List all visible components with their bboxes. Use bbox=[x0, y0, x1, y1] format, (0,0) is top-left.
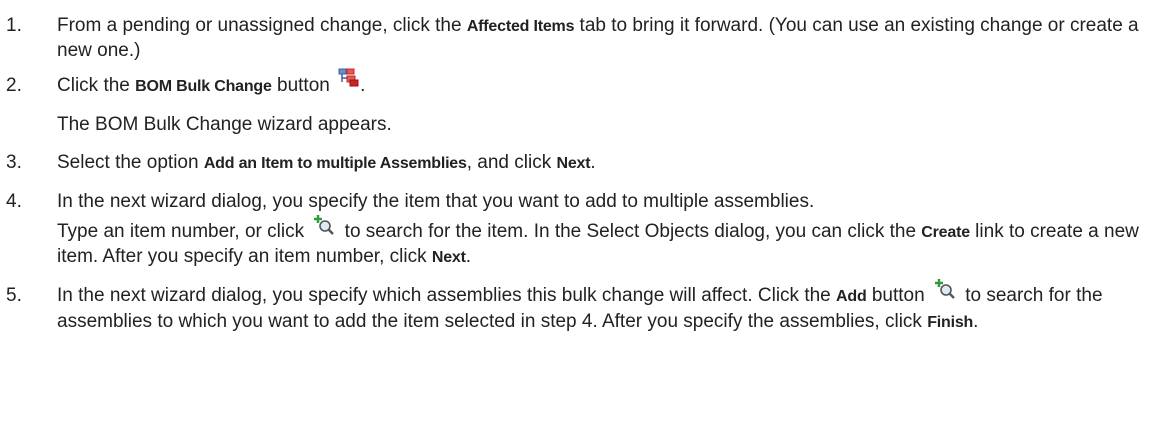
ui-term-add-item-option: Add an Item to multiple Assemblies bbox=[203, 155, 467, 172]
step-4: 4. In the next wizard dialog, you specif… bbox=[0, 190, 1174, 270]
ui-term-finish: Finish bbox=[927, 314, 974, 331]
step-text: Click the BOM Bulk Change button . bbox=[57, 68, 1168, 99]
step-number: 4. bbox=[6, 191, 22, 212]
ui-term-create: Create bbox=[921, 224, 970, 241]
ui-term-add: Add bbox=[836, 288, 867, 305]
step-5: 5. In the next wizard dialog, you specif… bbox=[0, 279, 1174, 335]
step-number: 3. bbox=[6, 152, 22, 173]
step-1: 1. From a pending or unassigned change, … bbox=[0, 14, 1174, 63]
ui-term-next: Next bbox=[556, 155, 591, 172]
ui-term-bom-bulk-change: BOM Bulk Change bbox=[135, 78, 272, 95]
step-text: Type an item number, or click to search … bbox=[57, 215, 1168, 270]
step-text-line1: In the next wizard dialog, you specify t… bbox=[57, 191, 815, 212]
step-3: 3. Select the option Add an Item to mult… bbox=[0, 151, 1174, 176]
step-number: 1. bbox=[6, 15, 22, 36]
step-2: 2. Click the BOM Bulk Change button . Th… bbox=[0, 68, 1174, 137]
ui-term-next: Next bbox=[431, 249, 466, 266]
ui-term-affected-items: Affected Items bbox=[466, 18, 575, 35]
add-search-icon bbox=[313, 215, 335, 235]
step-note: The BOM Bulk Change wizard appears. bbox=[57, 114, 392, 135]
step-text: In the next wizard dialog, you specify w… bbox=[57, 279, 1168, 335]
step-text: From a pending or unassigned change, cli… bbox=[57, 15, 1139, 61]
step-number: 5. bbox=[6, 285, 22, 306]
step-text: Select the option Add an Item to multipl… bbox=[57, 152, 596, 173]
step-number: 2. bbox=[6, 75, 22, 96]
bom-bulk-change-icon bbox=[338, 67, 360, 87]
add-search-icon bbox=[934, 279, 956, 299]
procedure-document: 1. From a pending or unassigned change, … bbox=[0, 0, 1174, 335]
